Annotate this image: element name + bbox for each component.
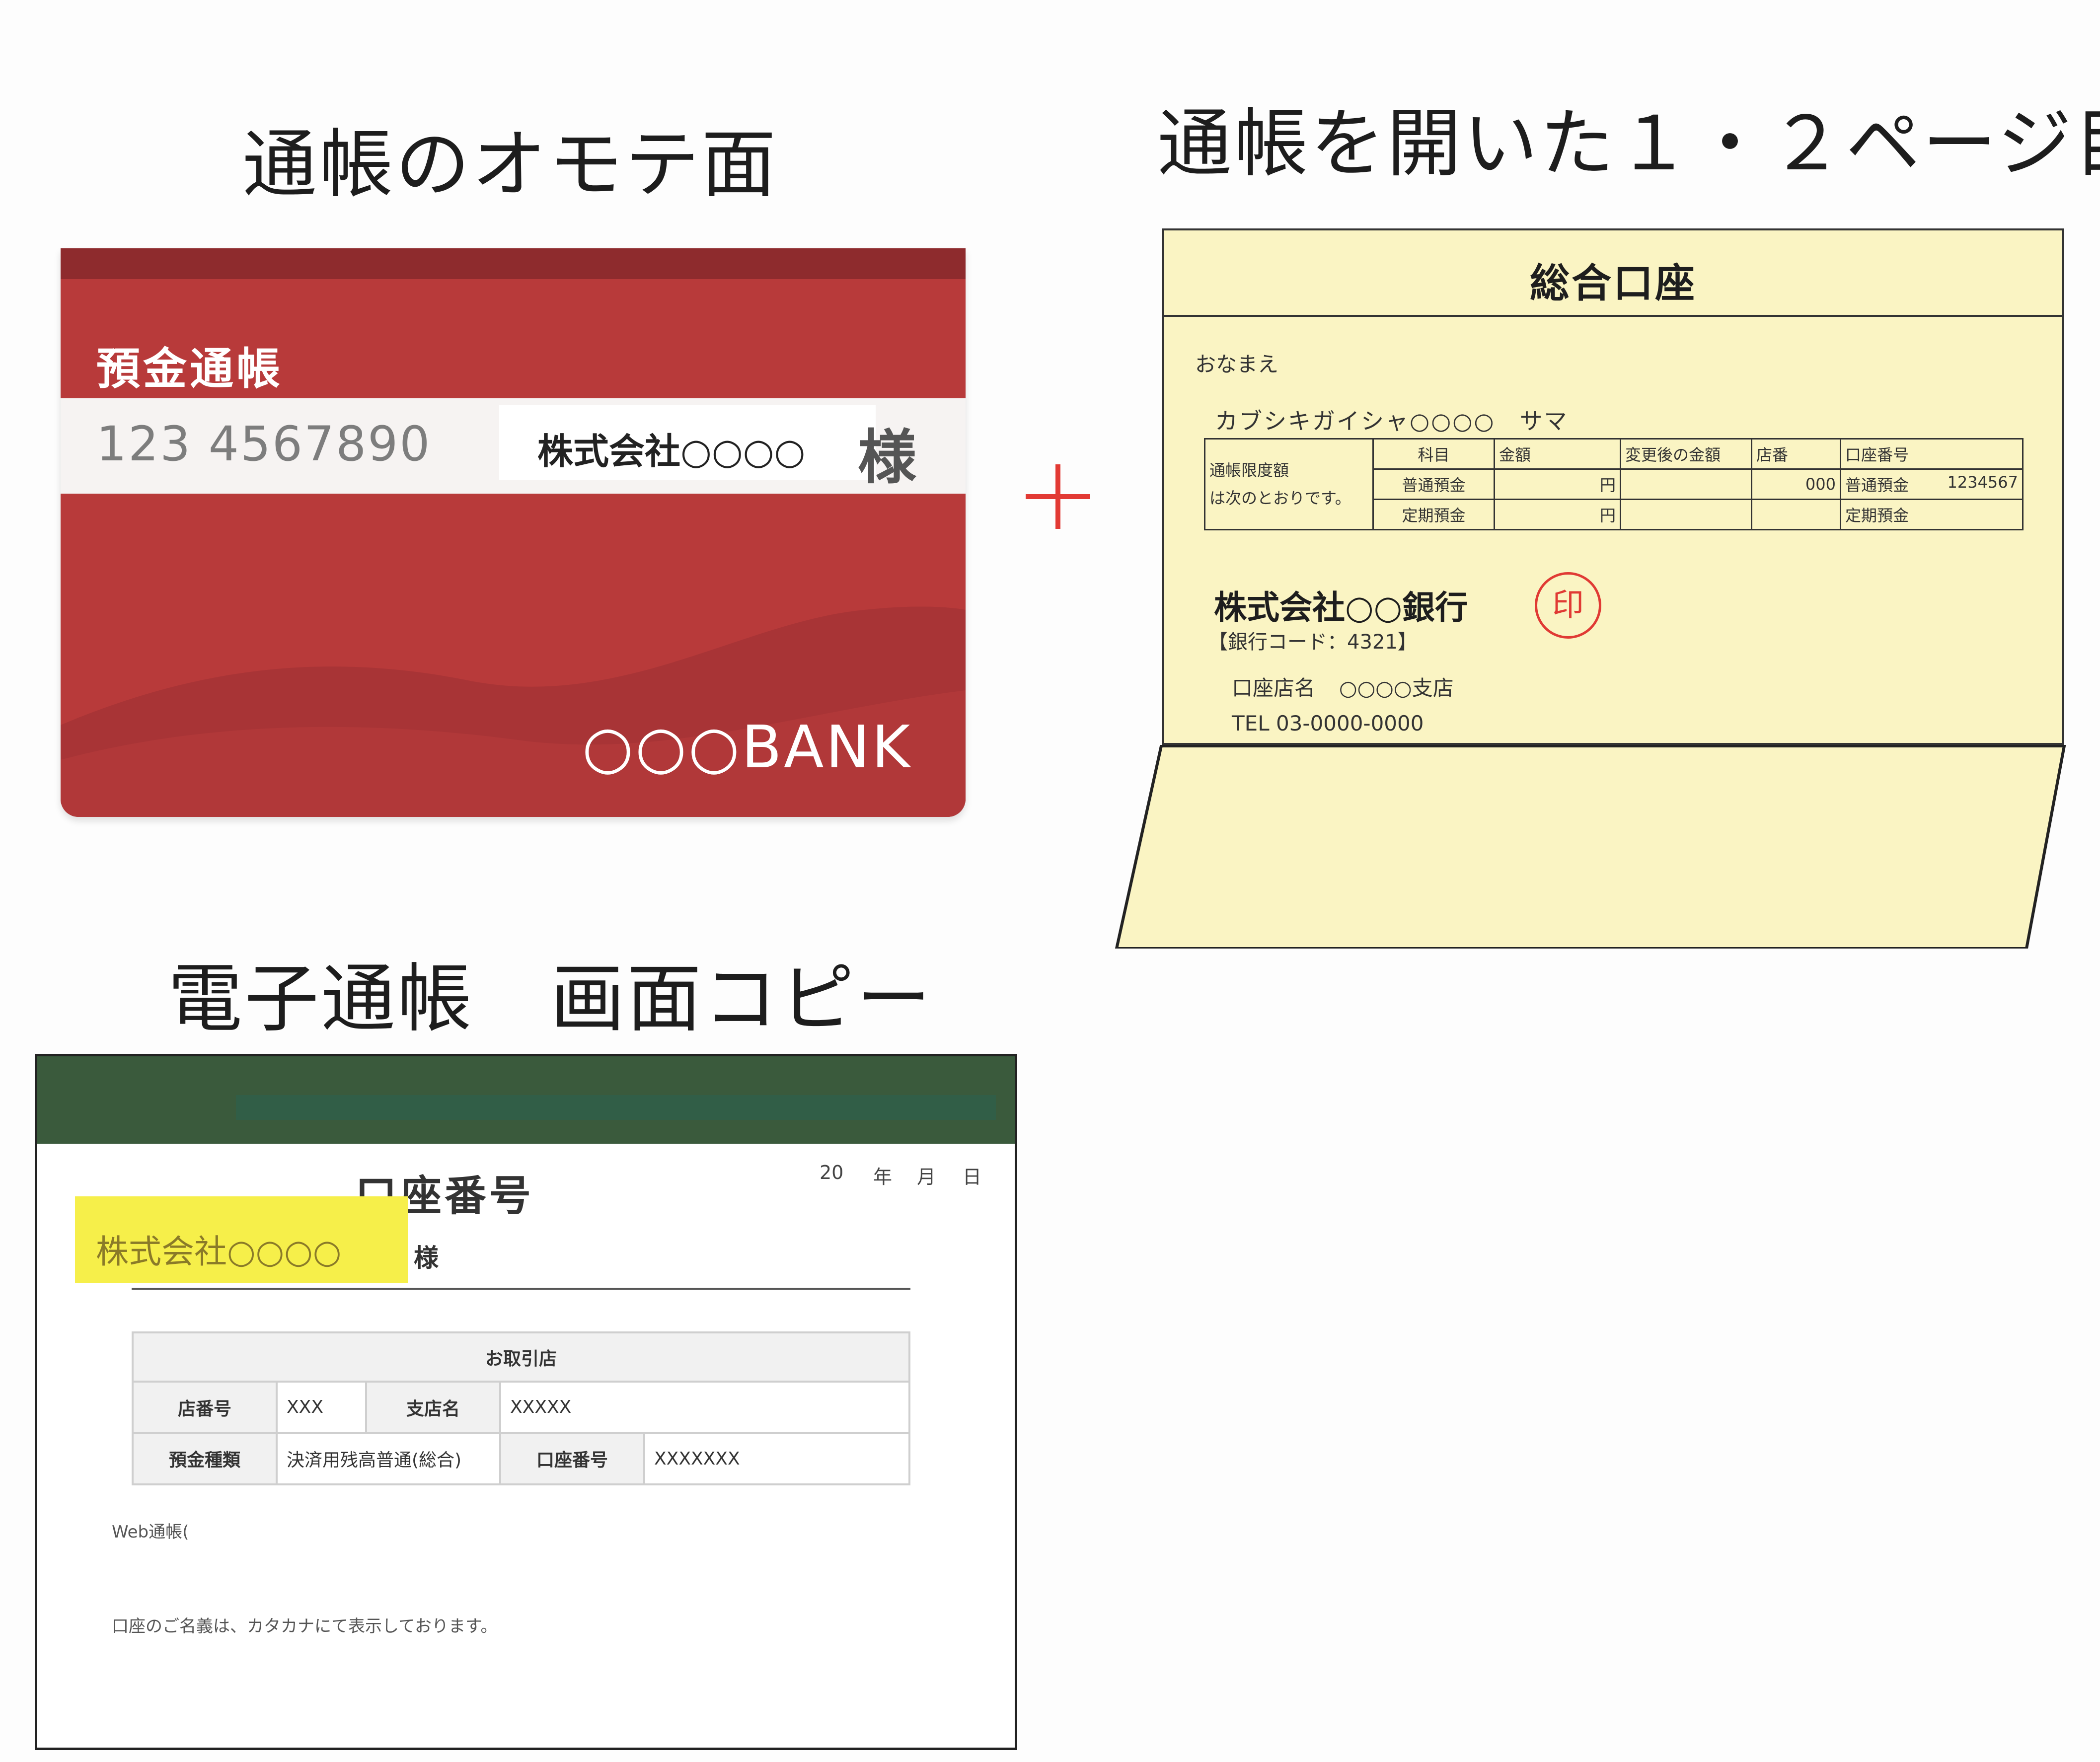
account-no-value: XXXXXXX (643, 1432, 910, 1486)
branch-info-table: お取引店 店番号 XXX 支店名 XXXXX 預金種類 決済用残高普通(総合) … (132, 1331, 910, 1486)
date-year: 20 (820, 1162, 844, 1183)
kana-display-note: 口座のご名義は、カタカナにて表示しております。 (112, 1616, 498, 1636)
bank-code: 【銀行コード：4321】 (1208, 631, 1418, 654)
bank-tel: TEL 03-0000-0000 (1232, 711, 1424, 735)
card-bank-name: ○○○BANK (582, 713, 912, 781)
web-passbook-note: Web通帳( (112, 1522, 189, 1542)
heading-passbook-inner-pages: 通帳を開いた１・２ページ目 (1157, 101, 2100, 187)
row1-subject: 普通預金 (1372, 468, 1495, 500)
th-account-number: 口座番号 (1840, 438, 2024, 470)
th-amount: 金額 (1494, 438, 1621, 470)
branch-name-value: XXXXX (499, 1381, 910, 1434)
inner-bank-name: 株式会社○○銀行 (1214, 588, 1468, 627)
row2-branch (1751, 499, 1841, 530)
date-year-unit: 年 (873, 1166, 893, 1188)
web-honorific: 様 (414, 1244, 439, 1272)
card-account-number: 123 4567890 (96, 416, 432, 472)
inner-bottom-flap (1115, 745, 2066, 949)
row1-new-amount (1620, 468, 1752, 500)
row1-unit: 円 (1494, 468, 1621, 500)
electronic-passbook-screenshot: 口座番号 20 年 月 日 株式会社○○○○ 様 お取引店 店番号 XXX 支店… (35, 1054, 1017, 1750)
th-new-amount: 変更後の金額 (1620, 438, 1752, 470)
row2-new-amount (1620, 499, 1752, 530)
th-subject: 科目 (1372, 438, 1495, 470)
row1-account-type: 普通預金 (1845, 476, 1909, 495)
web-holder-name: 株式会社○○○○ (96, 1233, 342, 1271)
holder-underline (132, 1288, 910, 1290)
row2-unit: 円 (1494, 499, 1621, 530)
name-kana: カブシキガイシャ○○○○ サマ (1215, 408, 1569, 435)
row1-branch: 000 (1751, 468, 1841, 500)
branch-no-value: XXX (276, 1381, 367, 1434)
date-day-unit: 日 (963, 1166, 982, 1188)
limit-note-1: 通帳限度額 (1209, 461, 1289, 480)
card-honorific: 様 (858, 423, 917, 492)
branch-name: ○○○○支店 (1339, 676, 1454, 700)
branch-name-label: 支店名 (365, 1381, 501, 1434)
passbook-inner-pages: 総合口座 おなまえ カブシキガイシャ○○○○ サマ 通帳限度額 は次のとおりです… (1113, 228, 2066, 949)
name-label: おなまえ (1195, 352, 1279, 376)
row2-subject: 定期預金 (1372, 499, 1495, 530)
row2-account: 定期預金 (1840, 499, 2024, 530)
limit-note-2: は次のとおりです。 (1209, 489, 1351, 508)
card-wave-decoration (61, 606, 966, 817)
seal-stamp-icon: 印 (1535, 572, 1601, 639)
card-holder-name: 株式会社○○○○ (537, 431, 806, 472)
branch-no-label: 店番号 (132, 1381, 278, 1434)
inner-top-page: 総合口座 おなまえ カブシキガイシャ○○○○ サマ 通帳限度額 は次のとおりです… (1162, 228, 2064, 745)
heading-passbook-front: 通帳のオモテ面 (242, 122, 778, 208)
date-month-unit: 月 (917, 1166, 936, 1188)
inner-title: 総合口座 (1530, 260, 1697, 306)
branch-label: 口座店名 (1232, 676, 1316, 700)
branch-table-header: お取引店 (132, 1331, 910, 1383)
row1-account-number: 1234567 (1947, 473, 2018, 492)
plus-sign-icon (1026, 464, 1090, 529)
deposit-type-value: 決済用残高普通(総合) (276, 1432, 501, 1486)
account-no-label: 口座番号 (499, 1432, 645, 1486)
limit-table: 通帳限度額 は次のとおりです。 科目 金額 変更後の金額 店番 口座番号 普通預… (1204, 438, 2024, 530)
deposit-type-label: 預金種類 (132, 1432, 278, 1486)
th-branch: 店番 (1751, 438, 1841, 470)
row2-account-type: 定期預金 (1845, 506, 1909, 525)
inner-title-bar: 総合口座 (1164, 230, 2062, 317)
passbook-front-card: 預金通帳 123 4567890 株式会社○○○○ 様 ○○○BANK (61, 248, 966, 817)
card-title: 預金通帳 (96, 343, 284, 394)
heading-electronic-passbook: 電子通帳 画面コピー (168, 956, 933, 1042)
web-header-stripe (236, 1095, 996, 1120)
card-top-band (61, 248, 966, 279)
row1-account: 普通預金 1234567 (1840, 468, 2024, 500)
